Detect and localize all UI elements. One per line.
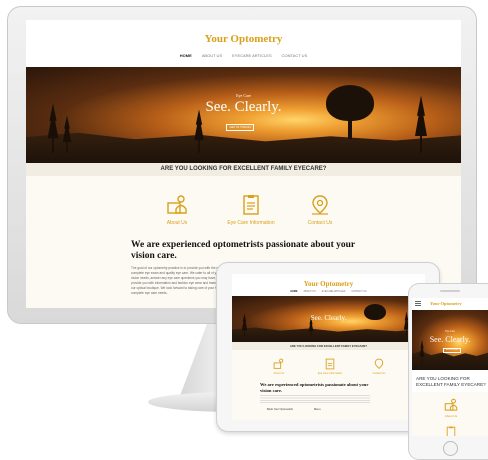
phone-hero-eyebrow: Eye Care [445,330,455,333]
tablet-heading: We are experienced optometrists passiona… [260,382,369,393]
oak-trunk [348,117,352,139]
eyecare-banner: ARE YOU LOOKING FOR EXCELLENT FAMILY EYE… [26,163,461,176]
tablet-feature-contact[interactable]: Contact Us [362,358,396,375]
phone-feature-about[interactable]: About Us [436,398,466,418]
tablet-feature-eyecare[interactable]: Eye Care Information [310,358,350,375]
phone-content: About Us [412,392,488,436]
tablet-nav: HOME ABOUT US EYECARE ARTICLES CONTACT U… [232,290,425,293]
hero-headline: See. Clearly. [205,99,282,115]
phone-banner: ARE YOU LOOKING FOR EXCELLENT FAMILY EYE… [416,376,486,387]
feature-contact[interactable]: Contact Us [294,194,346,226]
document-icon [325,358,335,370]
people-icon [167,195,187,214]
people-icon [444,398,458,411]
hero-eyebrow: Eye Care [236,93,251,98]
nav-contact[interactable]: CONTACT US [282,53,308,58]
phone-hero: Eye Care See. Clearly. BOOK NOW [412,310,488,370]
nav-about[interactable]: ABOUT US [202,53,222,58]
tablet-feature-about-label: About Us [273,372,285,375]
feature-contact-label: Contact Us [307,220,333,226]
tablet-paragraph-lines [260,395,370,403]
about-paragraph: The goal of our optometry practice is to… [131,266,226,295]
phone-hero-headline: See. Clearly. [429,335,471,344]
tablet-feature-contact-label: Contact Us [372,372,386,375]
tablet-footer-left[interactable]: Book Your Optometrist [267,408,293,411]
phone-feature-label: About Us [444,414,458,418]
about-heading: We are experienced optometrists passiona… [131,240,355,261]
people-icon [273,358,284,369]
feature-about-label: About Us [166,220,188,226]
tablet-banner: ARE YOU LOOKING FOR EXCELLENT FAMILY EYE… [232,342,425,350]
hero-banner: Eye Care See. Clearly. GET IN TOUCH [26,67,461,163]
tablet-hero-hills [232,327,425,342]
document-icon [446,426,456,436]
tablet-content: About Us Eye Care Information Contact Us… [232,350,425,420]
tablet-feature-eyecare-label: Eye Care Information [317,372,343,375]
tablet-nav-about[interactable]: ABOUT US [304,290,316,293]
hero-cta-button[interactable]: GET IN TOUCH [226,124,254,131]
map-pin-icon [312,195,328,215]
feature-about[interactable]: About Us [151,194,203,226]
tablet-feature-about[interactable]: About Us [262,358,296,375]
tablet-site-title[interactable]: Your Optometry [232,280,425,288]
tablet-nav-contact[interactable]: CONTACT US [351,290,366,293]
nav-home[interactable]: HOME [180,53,192,58]
document-icon [243,195,259,215]
phone-screen: Your Optometry Eye Care See. Clearly. BO… [412,298,488,436]
nav-articles[interactable]: EYECARE ARTICLES [232,53,272,58]
phone-document-icon-partial [442,426,460,436]
tablet-hero-headline: See. Clearly. [310,314,347,322]
tablet-screen: Your Optometry HOME ABOUT US EYECARE ART… [232,274,425,420]
tablet-footer-right[interactable]: Menu [314,408,321,411]
phone-home-button[interactable] [443,441,458,456]
feature-eyecare-info[interactable]: Eye Care Information [221,194,281,226]
tablet-nav-articles[interactable]: EYECARE ARTICLES [322,290,346,293]
phone-speaker [440,290,460,292]
site-title[interactable]: Your Optometry [26,33,461,45]
feature-eyecare-label: Eye Care Information [227,220,275,226]
phone-site-title[interactable]: Your Optometry [430,301,462,306]
tablet-hero: See. Clearly. [232,296,425,342]
main-nav: HOME ABOUT US EYECARE ARTICLES CONTACT U… [26,53,461,58]
map-pin-icon [374,358,384,369]
hamburger-menu-icon[interactable] [415,301,421,306]
tablet-nav-home[interactable]: HOME [290,290,297,293]
phone-hero-button[interactable]: BOOK NOW [443,348,461,353]
